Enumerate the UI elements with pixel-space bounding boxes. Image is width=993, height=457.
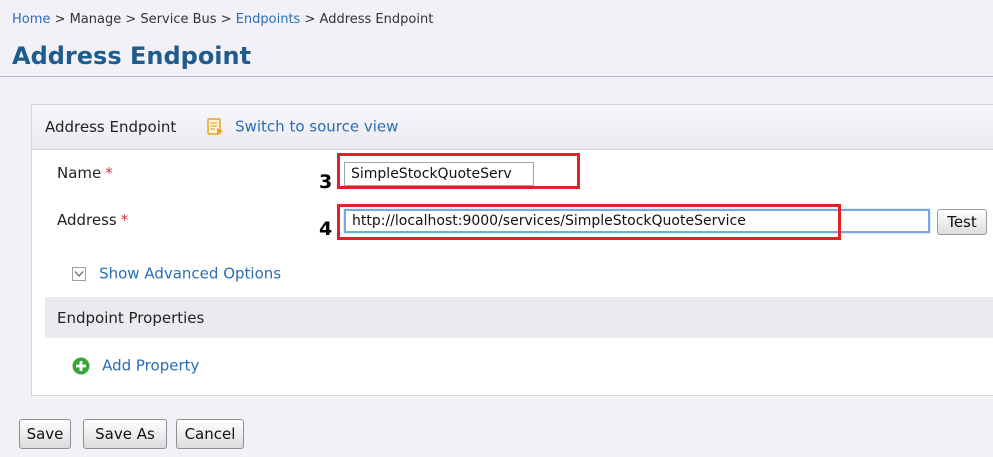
name-label: Name *	[57, 164, 113, 182]
breadcrumb-service-bus: Service Bus	[140, 12, 217, 27]
add-property-link[interactable]: Add Property	[72, 355, 199, 375]
show-advanced-options-toggle[interactable]: Show Advanced Options	[72, 263, 281, 283]
required-marker: *	[120, 211, 129, 229]
breadcrumb-separator: >	[220, 12, 232, 27]
source-view-icon	[207, 117, 224, 136]
switch-to-source-view-link[interactable]: Switch to source view	[207, 116, 398, 136]
switch-to-source-view-label: Switch to source view	[235, 117, 399, 136]
endpoint-properties-section: Endpoint Properties	[45, 297, 993, 338]
panel-header-title: Address Endpoint	[45, 118, 177, 136]
form-actions-bar: Save Save As Cancel	[12, 412, 993, 457]
breadcrumb-home-link[interactable]: Home	[12, 12, 50, 27]
breadcrumb-separator: >	[54, 12, 66, 27]
show-advanced-options-label: Show Advanced Options	[99, 264, 282, 283]
address-input[interactable]	[344, 209, 930, 233]
cancel-button[interactable]: Cancel	[176, 419, 244, 449]
test-button[interactable]: Test	[937, 209, 987, 235]
breadcrumb-separator: >	[125, 12, 137, 27]
endpoint-properties-heading: Endpoint Properties	[57, 309, 205, 327]
breadcrumb-endpoints-link[interactable]: Endpoints	[236, 12, 301, 27]
required-marker: *	[105, 164, 113, 182]
name-label-text: Name	[57, 164, 102, 182]
address-label-text: Address	[57, 211, 117, 229]
annotation-step-4: 4	[319, 218, 333, 240]
annotation-step-3: 3	[319, 171, 333, 193]
breadcrumb-manage: Manage	[69, 12, 122, 27]
panel-header: Address Endpoint Switch to source view	[32, 105, 993, 150]
address-endpoint-panel: Address Endpoint Switch to source view N…	[31, 104, 993, 396]
add-property-label: Add Property	[102, 356, 200, 375]
name-input[interactable]	[344, 162, 534, 186]
breadcrumb-separator: >	[304, 12, 316, 27]
breadcrumb: Home > Manage > Service Bus > Endpoints …	[12, 12, 433, 27]
chevron-down-icon	[72, 266, 86, 281]
page-title: Address Endpoint	[12, 42, 252, 70]
breadcrumb-current-page: Address Endpoint	[319, 12, 434, 27]
plus-circle-icon	[72, 357, 90, 375]
address-label: Address *	[57, 211, 128, 229]
title-divider	[0, 76, 993, 77]
save-as-button[interactable]: Save As	[83, 419, 167, 449]
save-button[interactable]: Save	[19, 419, 71, 449]
